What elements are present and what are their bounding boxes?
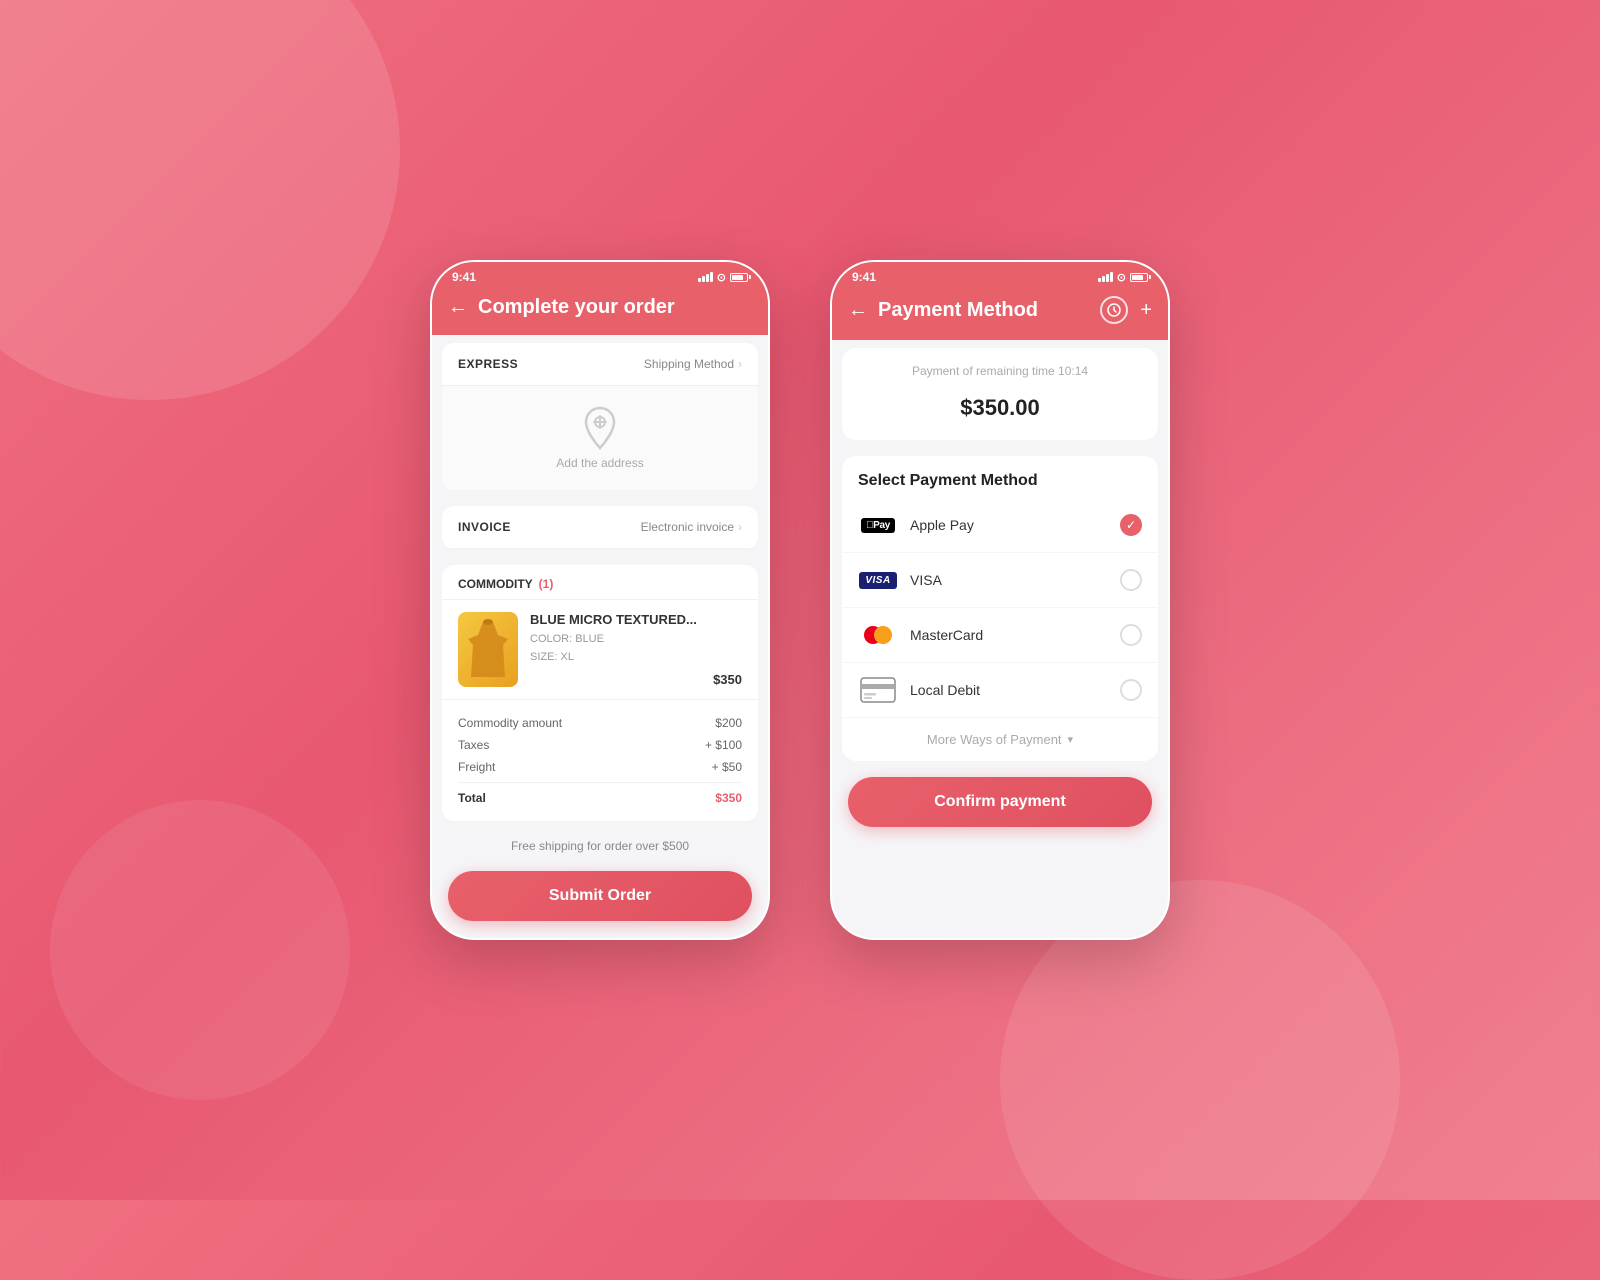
summary-taxes: Taxes + $100 bbox=[458, 734, 742, 756]
summary-section: Commodity amount $200 Taxes + $100 Freig… bbox=[442, 700, 758, 821]
express-card: EXPRESS Shipping Method › bbox=[442, 343, 758, 490]
currency-symbol: $ bbox=[960, 395, 972, 420]
time-1: 9:41 bbox=[452, 270, 476, 284]
payment-option-local-debit[interactable]: Local Debit bbox=[842, 663, 1158, 718]
mastercard-name: MasterCard bbox=[910, 627, 1108, 643]
status-icons-2: ⊙ bbox=[1098, 271, 1148, 284]
product-price: $350 bbox=[713, 672, 742, 687]
page-title-2: Payment Method bbox=[878, 299, 1090, 322]
visa-name: VISA bbox=[910, 572, 1108, 588]
chevron-icon-invoice: › bbox=[738, 520, 742, 534]
payment-section-title: Select Payment Method bbox=[842, 456, 1158, 498]
wifi-icon-2: ⊙ bbox=[1117, 271, 1126, 284]
phone-body-2: Payment of remaining time 10:14 $350.00 … bbox=[832, 340, 1168, 938]
product-size: SIZE: XL bbox=[530, 649, 701, 667]
page-title-1: Complete your order bbox=[478, 296, 752, 319]
product-name: BLUE MICRO TEXTURED... bbox=[530, 612, 701, 627]
invoice-section[interactable]: INVOICE Electronic invoice › bbox=[442, 506, 758, 549]
taxes-label: Taxes bbox=[458, 738, 489, 752]
status-bar-2: 9:41 ⊙ bbox=[832, 262, 1168, 288]
invoice-label: INVOICE bbox=[458, 520, 511, 534]
summary-freight: Freight + $50 bbox=[458, 756, 742, 778]
more-ways-button[interactable]: More Ways of Payment ▾ bbox=[842, 718, 1158, 761]
invoice-card: INVOICE Electronic invoice › bbox=[442, 506, 758, 549]
commodity-label: COMMODITY bbox=[458, 577, 533, 591]
time-2: 9:41 bbox=[852, 270, 876, 284]
express-label: EXPRESS bbox=[458, 357, 518, 371]
invoice-right: Electronic invoice › bbox=[641, 520, 742, 534]
radio-apple-pay: ✓ bbox=[1120, 514, 1142, 536]
add-icon[interactable]: + bbox=[1140, 299, 1152, 322]
back-button-2[interactable]: ← bbox=[848, 299, 868, 322]
chevron-down-icon: ▾ bbox=[1068, 733, 1074, 746]
express-section[interactable]: EXPRESS Shipping Method › bbox=[442, 343, 758, 386]
freight-value: + $50 bbox=[712, 760, 742, 774]
commodity-count: (1) bbox=[539, 577, 554, 591]
header-2: ← Payment Method + bbox=[832, 288, 1168, 340]
radio-visa bbox=[1120, 569, 1142, 591]
status-icons-1: ⊙ bbox=[698, 271, 748, 284]
phone-1: 9:41 ⊙ ← Complete your order bbox=[430, 260, 770, 940]
map-pin-icon bbox=[582, 406, 618, 450]
confirm-payment-button[interactable]: Confirm payment bbox=[848, 777, 1152, 827]
signal-icon-2 bbox=[1098, 272, 1113, 282]
invoice-type-text: Electronic invoice bbox=[641, 520, 734, 534]
header-1: ← Complete your order bbox=[432, 288, 768, 335]
status-bar-1: 9:41 ⊙ bbox=[432, 262, 768, 288]
payment-methods-card: Select Payment Method Pay Apple Pay ✓ V… bbox=[842, 456, 1158, 761]
bg-decoration-1 bbox=[0, 0, 400, 400]
commodity-amount-value: $200 bbox=[715, 716, 742, 730]
visa-logo: VISA bbox=[858, 567, 898, 593]
local-debit-name: Local Debit bbox=[910, 682, 1108, 698]
payment-amount-card: Payment of remaining time 10:14 $350.00 bbox=[842, 348, 1158, 440]
product-row: BLUE MICRO TEXTURED... COLOR: BLUE SIZE:… bbox=[442, 600, 758, 700]
apple-pay-logo: Pay bbox=[858, 512, 898, 538]
submit-order-button[interactable]: Submit Order bbox=[448, 871, 752, 921]
freight-label: Freight bbox=[458, 760, 495, 774]
commodity-card: COMMODITY (1) BLUE MICRO T bbox=[442, 565, 758, 821]
payment-option-mastercard[interactable]: MasterCard bbox=[842, 608, 1158, 663]
shipping-method-text: Shipping Method bbox=[644, 357, 734, 371]
payment-option-apple-pay[interactable]: Pay Apple Pay ✓ bbox=[842, 498, 1158, 553]
radio-local-debit bbox=[1120, 679, 1142, 701]
product-info: BLUE MICRO TEXTURED... COLOR: BLUE SIZE:… bbox=[530, 612, 701, 687]
amount-value: 350.00 bbox=[972, 395, 1039, 420]
phones-container: 9:41 ⊙ ← Complete your order bbox=[430, 260, 1170, 940]
timer-icon[interactable] bbox=[1100, 296, 1128, 324]
add-address-label: Add the address bbox=[556, 456, 643, 470]
commodity-amount-label: Commodity amount bbox=[458, 716, 562, 730]
commodity-header: COMMODITY (1) bbox=[442, 565, 758, 600]
mastercard-logo bbox=[858, 622, 898, 648]
radio-mastercard bbox=[1120, 624, 1142, 646]
signal-icon-1 bbox=[698, 272, 713, 282]
battery-icon-1 bbox=[730, 273, 748, 282]
header-action-icons: + bbox=[1100, 296, 1152, 324]
shipping-right: Shipping Method › bbox=[644, 357, 742, 371]
more-ways-text: More Ways of Payment bbox=[927, 732, 1062, 747]
wifi-icon-1: ⊙ bbox=[717, 271, 726, 284]
local-debit-logo bbox=[858, 677, 898, 703]
summary-commodity: Commodity amount $200 bbox=[458, 712, 742, 734]
free-shipping-text: Free shipping for order over $500 bbox=[432, 829, 768, 863]
product-image bbox=[458, 612, 518, 687]
payment-timer-text: Payment of remaining time 10:14 bbox=[862, 364, 1138, 378]
chevron-icon-express: › bbox=[738, 357, 742, 371]
battery-icon-2 bbox=[1130, 273, 1148, 282]
total-value: $350 bbox=[715, 791, 742, 805]
payment-amount: $350.00 bbox=[862, 382, 1138, 424]
taxes-value: + $100 bbox=[705, 738, 742, 752]
dress-svg bbox=[463, 617, 513, 682]
phone-body-1: EXPRESS Shipping Method › bbox=[432, 335, 768, 938]
product-color: COLOR: BLUE bbox=[530, 631, 701, 649]
bg-decoration-3 bbox=[50, 800, 350, 1100]
total-label: Total bbox=[458, 791, 486, 805]
bg-decoration-2 bbox=[1000, 880, 1400, 1280]
back-button-1[interactable]: ← bbox=[448, 296, 468, 319]
apple-pay-name: Apple Pay bbox=[910, 517, 1108, 533]
phone-2: 9:41 ⊙ ← Payment Method bbox=[830, 260, 1170, 940]
summary-total: Total $350 bbox=[458, 782, 742, 809]
payment-option-visa[interactable]: VISA VISA bbox=[842, 553, 1158, 608]
address-section[interactable]: Add the address bbox=[442, 386, 758, 490]
